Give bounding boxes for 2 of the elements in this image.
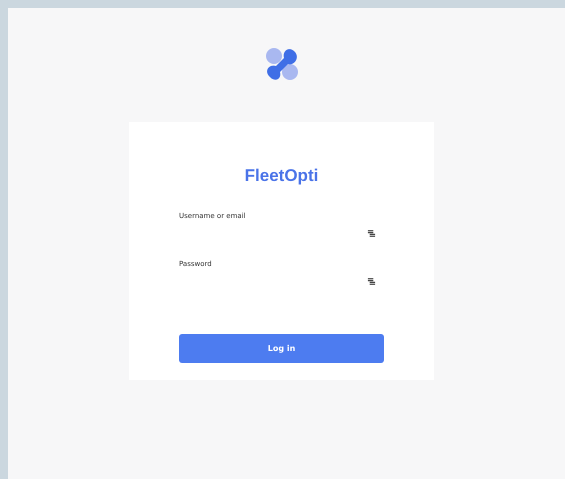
app-title: FleetOpti	[244, 166, 320, 186]
login-button[interactable]: Log in	[179, 334, 384, 363]
